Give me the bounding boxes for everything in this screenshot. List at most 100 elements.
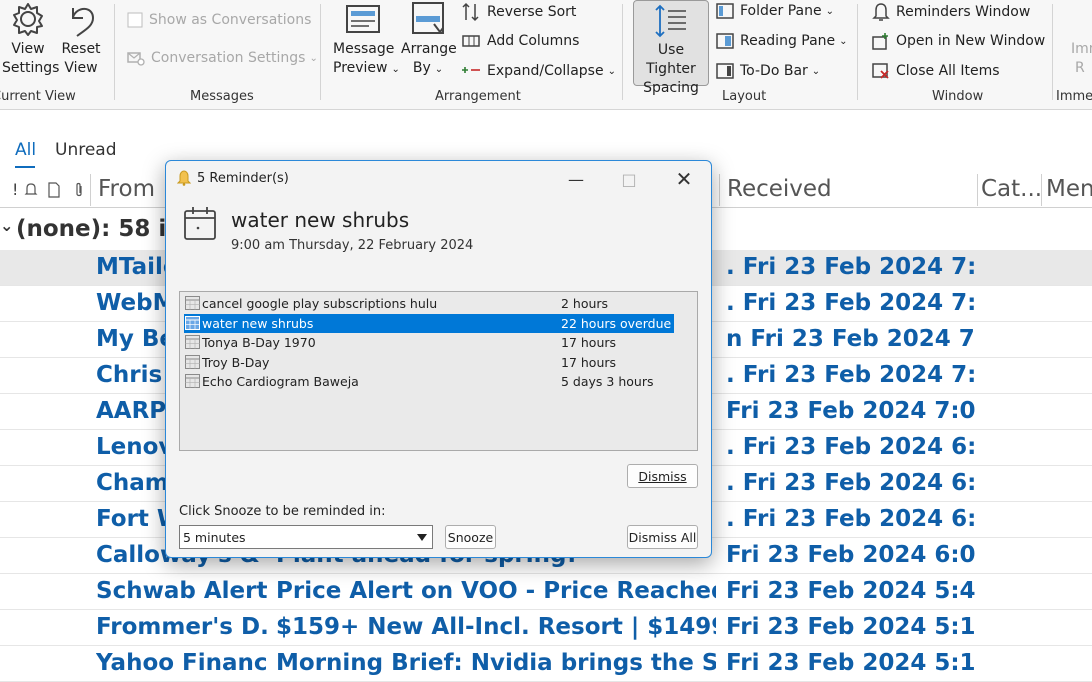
add-columns-button[interactable]: Add Columns [461,32,579,50]
importance-column-icon[interactable]: ! [12,180,18,199]
reading-pane-button[interactable]: Reading Pane ⌄ [716,32,848,50]
reminders-list[interactable]: cancel google play subscriptions hulu 2 h… [179,291,698,451]
received-column-header[interactable]: Received [727,176,832,202]
tab-unread[interactable]: Unread [55,140,117,160]
use-tighter-spacing-button[interactable]: Use Tighter Spacing [633,0,709,96]
column-separator [1041,174,1042,206]
mail-row[interactable]: Yahoo Finance Morning Brief: Nvidia bring… [0,646,1092,682]
attachment-column-icon[interactable] [74,182,84,198]
message-preview-button[interactable]: Message Preview ⌄ [333,0,400,79]
folder-pane-label: Folder Pane [740,3,822,19]
reminder-item-due: 17 hours [561,335,617,350]
show-as-conversations-checkbox[interactable]: Show as Conversations [127,12,311,28]
todo-bar-icon [716,63,734,79]
tab-all-underline [15,166,35,168]
reminders-window-button[interactable]: Reminders Window [872,2,1030,22]
mail-from: Schwab Alerts [96,578,268,604]
reset-view-label-1: Reset [61,41,101,57]
tab-all[interactable]: All [15,140,36,160]
reminder-list-item[interactable]: Troy B-Day 17 hours [184,353,674,372]
calendar-icon [184,207,216,240]
reminder-datetime: 9:00 am Thursday, 22 February 2024 [231,238,474,253]
reminder-column-icon[interactable] [24,182,38,198]
arrange-by-label-1: Arrange [401,41,457,57]
reminder-item-subject: cancel google play subscriptions hulu [202,296,438,311]
immersive-label-1: Imm [1071,41,1092,57]
immersive-reader-button[interactable]: Imm R [1071,40,1092,78]
reminders-window-label: Reminders Window [896,4,1031,20]
mail-received: Fri 23 Feb 2024 5:4... [726,578,976,604]
reading-pane-label: Reading Pane [740,33,836,49]
from-column-header[interactable]: From [98,176,155,202]
add-columns-icon [462,35,480,47]
arrange-by-label-2: By ⌄ [412,60,444,76]
collapse-chevron-icon[interactable]: ⌄ [0,216,13,235]
add-columns-label: Add Columns [487,33,580,49]
dismiss-button[interactable]: Dismiss [627,464,698,488]
calendar-item-icon [185,354,200,369]
mentions-column-header[interactable]: Men [1046,176,1092,202]
dismiss-all-label: Dismiss All [628,529,697,545]
group-messages: Show as Conversations Conversation Setti… [115,0,320,108]
tighter-spacing-label-2: Spacing [643,80,699,96]
snooze-duration-select[interactable]: 5 minutes [179,525,433,549]
tighter-spacing-icon [655,4,686,38]
close-all-items-button[interactable]: Close All Items [872,62,1000,80]
bell-icon [872,3,890,21]
snooze-prompt: Click Snooze to be reminded in: [179,504,386,519]
gear-icon [13,3,43,36]
calendar-item-icon [185,374,200,388]
mail-received: Fri 23 Feb 2024 6:0... [726,542,976,568]
group-window: Reminders Window Open in New Window Clos… [858,0,1052,108]
close-button[interactable]: ✕ [664,165,704,193]
reminder-item-due: 2 hours [561,296,609,311]
reset-view-button[interactable]: Reset View [58,0,104,78]
reminder-item-subject: Troy B-Day [202,354,270,370]
mail-row[interactable]: Schwab Alerts Price Alert on VOO - Price … [0,574,1092,610]
group-layout: Use Tighter Spacing Folder Pane ⌄ Readin… [623,0,857,108]
reminder-list-item[interactable]: cancel google play subscriptions hulu 2 h… [184,294,674,313]
reverse-sort-button[interactable]: Reverse Sort [461,2,576,22]
chevron-down-icon: ⌄ [811,65,821,77]
reminders-dialog: 5 Reminder(s) — □ ✕ water new shrubs 9:0… [165,160,712,558]
reminder-list-item[interactable]: Tonya B-Day 1970 17 hours [184,333,674,352]
view-settings-button[interactable]: View Settings [2,0,60,78]
mail-row[interactable]: Frommer's D... $159+ New All-Incl. Resort… [0,610,1092,646]
folder-pane-icon [716,3,734,19]
calendar-item-icon [185,335,200,349]
icon-column-icon[interactable] [48,182,60,198]
group-label-arrangement: Arrangement [435,89,521,104]
message-preview-label-2: Preview ⌄ [333,60,400,76]
mail-received: Fri 23 Feb 2024 7:0... [726,398,976,424]
group-label-layout: Layout [722,89,767,104]
conversation-settings-button[interactable]: Conversation Settings ⌄ [127,50,318,66]
conversation-settings-label: Conversation Settings [151,50,306,66]
open-new-window-button[interactable]: Open in New Window [872,32,1045,50]
show-as-conversations-label: Show as Conversations [149,12,312,28]
arrange-by-icon [412,2,444,34]
categories-column-header[interactable]: Cat... [981,176,1042,202]
maximize-button[interactable]: □ [609,165,649,193]
column-separator [719,174,720,206]
ribbon: View Settings Reset View Current View Sh… [0,0,1092,110]
reminder-item-due: 17 hours [561,354,617,370]
dismiss-all-button[interactable]: Dismiss All [627,525,698,549]
reverse-sort-label: Reverse Sort [487,4,577,20]
minimize-button[interactable]: — [556,165,596,193]
group-label-window: Window [932,89,984,104]
expand-collapse-button[interactable]: Expand/Collapse ⌄ [461,62,616,80]
view-settings-label-1: View [11,41,45,57]
snooze-button[interactable]: Snooze [445,525,496,549]
reading-pane-icon [716,33,734,49]
reminder-list-item[interactable]: water new shrubs 22 hours overdue [184,313,674,333]
folder-pane-button[interactable]: Folder Pane ⌄ [716,2,834,20]
view-settings-label-2: Settings [2,60,60,76]
calendar-item-icon [185,296,200,310]
new-window-icon [872,33,888,50]
mail-received: Fri 23 Feb 2024 5:1... [726,650,976,676]
reminder-list-item[interactable]: Echo Cardiogram Baweja 5 days 3 hours [184,372,674,391]
arrange-by-button[interactable]: Arrange By ⌄ [401,0,457,79]
reminder-item-due: 22 hours overdue [561,315,672,331]
todo-bar-button[interactable]: To-Do Bar ⌄ [716,62,820,80]
mail-received: . Fri 23 Feb 2024 7:0... [726,362,976,388]
